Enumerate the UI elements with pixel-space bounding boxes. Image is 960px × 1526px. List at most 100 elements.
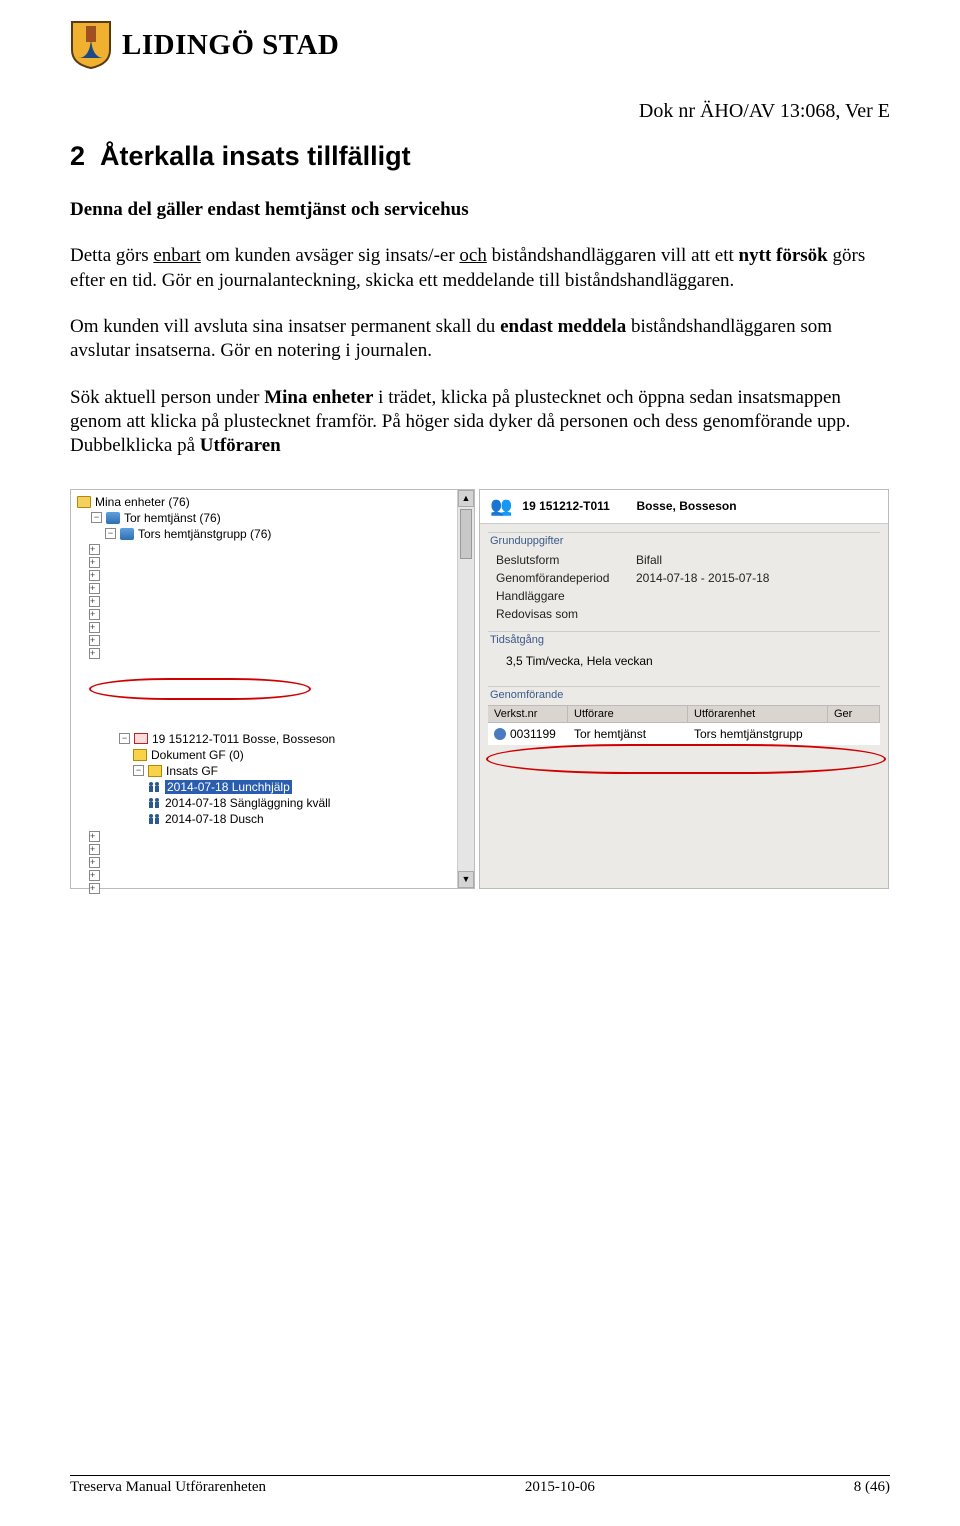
th-utforarenhet: Utförarenhet bbox=[688, 706, 828, 722]
expand-icon[interactable]: + bbox=[89, 844, 100, 855]
group-genomforande: Genomförande bbox=[488, 686, 880, 705]
td-ger bbox=[828, 725, 880, 743]
collapse-icon[interactable]: − bbox=[91, 512, 102, 523]
p3-b: endast meddela bbox=[500, 316, 626, 337]
p2-a: Detta görs bbox=[70, 245, 153, 266]
expand-icon[interactable]: + bbox=[89, 622, 100, 633]
tree-n2-label: Tors hemtjänstgrupp (76) bbox=[138, 527, 271, 541]
people-icon bbox=[147, 781, 161, 793]
tree-node-dokument[interactable]: Dokument GF (0) bbox=[77, 747, 468, 763]
paragraph-4: Sök aktuell person under Mina enheter i … bbox=[70, 386, 890, 459]
tree-node-n1[interactable]: − Tor hemtjänst (76) bbox=[77, 510, 468, 526]
expand-icon[interactable]: + bbox=[89, 544, 100, 555]
tree-root-label: Mina enheter (76) bbox=[95, 495, 190, 509]
tree-i3-label: 2014-07-18 Dusch bbox=[165, 812, 264, 826]
tree-node-i2[interactable]: 2014-07-18 Sängläggning kväll bbox=[77, 795, 468, 811]
td-utforare: Tor hemtjänst bbox=[568, 725, 688, 743]
expand-icon[interactable]: + bbox=[89, 883, 100, 894]
tree-node-person[interactable]: − 19 151212-T011 Bosse, Bosseson bbox=[77, 731, 468, 747]
paragraph-3: Om kunden vill avsluta sina insatser per… bbox=[70, 315, 890, 364]
collapse-icon[interactable]: − bbox=[119, 733, 130, 744]
expand-icon[interactable]: + bbox=[89, 570, 100, 581]
tree-n1-label: Tor hemtjänst (76) bbox=[124, 511, 221, 525]
field-value: Bifall bbox=[636, 553, 662, 567]
detail-person-id: 19 151212-T011 bbox=[522, 499, 609, 513]
tree-node-insats[interactable]: − Insats GF bbox=[77, 763, 468, 779]
th-utforare: Utförare bbox=[568, 706, 688, 722]
paragraph-2: Detta görs enbart om kunden avsäger sig … bbox=[70, 244, 890, 293]
heading-title: Återkalla insats tillfälligt bbox=[100, 141, 411, 171]
field-value: 2014-07-18 - 2015-07-18 bbox=[636, 571, 769, 585]
detail-panel: 👥 19 151212-T011 Bosse, Bosseson Grundup… bbox=[479, 489, 889, 889]
p3-a: Om kunden vill avsluta sina insatser per… bbox=[70, 316, 500, 337]
people-icon: 👥 bbox=[490, 496, 512, 517]
annotation-circle-left bbox=[89, 678, 311, 700]
tree-insats-label: Insats GF bbox=[166, 764, 218, 778]
th-ger: Ger bbox=[828, 706, 880, 722]
p2-e: biståndshandläggaren vill att ett bbox=[487, 245, 739, 266]
th-verkstnr: Verkst.nr bbox=[488, 706, 568, 722]
p4-b: Mina enheter bbox=[264, 387, 373, 408]
tids-value: 3,5 Tim/vecka, Hela veckan bbox=[488, 650, 880, 678]
field-handlaggare: Handläggare bbox=[488, 587, 880, 605]
field-redovisas: Redovisas som bbox=[488, 605, 880, 623]
section-heading: 2 Återkalla insats tillfälligt bbox=[70, 141, 890, 172]
group-tidsatgang: Tidsåtgång bbox=[488, 631, 880, 650]
tree-dokument-label: Dokument GF (0) bbox=[151, 748, 244, 762]
folder-icon bbox=[133, 749, 147, 761]
p4-a: Sök aktuell person under bbox=[70, 387, 264, 408]
field-period: Genomförandeperiod 2014-07-18 - 2015-07-… bbox=[488, 569, 880, 587]
field-label: Beslutsform bbox=[496, 553, 636, 567]
row-nr: 0031199 bbox=[510, 727, 556, 741]
tree-person-label: 19 151212-T011 Bosse, Bosseson bbox=[152, 732, 335, 746]
expand-icon[interactable]: + bbox=[89, 583, 100, 594]
scroll-thumb[interactable] bbox=[460, 509, 472, 559]
tree-i1-label: 2014-07-18 Lunchhjälp bbox=[165, 780, 292, 794]
expand-icon[interactable]: + bbox=[89, 596, 100, 607]
annotation-circle-right bbox=[486, 744, 886, 774]
expand-icon[interactable]: + bbox=[89, 831, 100, 842]
scrollbar[interactable]: ▲ ▼ bbox=[457, 490, 474, 888]
org-name: LIDINGÖ STAD bbox=[122, 29, 339, 62]
folder-open-icon bbox=[77, 496, 91, 508]
expand-icon[interactable]: + bbox=[89, 648, 100, 659]
tree-panel: Mina enheter (76) − Tor hemtjänst (76) −… bbox=[70, 489, 475, 889]
scroll-up-icon[interactable]: ▲ bbox=[458, 490, 474, 507]
expand-icon[interactable]: + bbox=[89, 857, 100, 868]
scroll-down-icon[interactable]: ▼ bbox=[458, 871, 474, 888]
group-icon bbox=[106, 512, 120, 524]
field-label: Genomförandeperiod bbox=[496, 571, 636, 585]
paragraph-1: Denna del gäller endast hemtjänst och se… bbox=[70, 198, 890, 222]
expand-icon[interactable]: + bbox=[89, 609, 100, 620]
tree-node-n2[interactable]: − Tors hemtjänstgrupp (76) bbox=[77, 526, 468, 542]
td-verkstnr: 0031199 bbox=[488, 725, 568, 743]
p2-b: enbart bbox=[153, 245, 200, 266]
expand-icon[interactable]: + bbox=[89, 870, 100, 881]
footer-left: Treserva Manual Utförarenheten bbox=[70, 1479, 266, 1496]
page-footer: Treserva Manual Utförarenheten 2015-10-0… bbox=[70, 1475, 890, 1496]
detail-person-name: Bosse, Bosseson bbox=[637, 499, 737, 513]
footer-right: 8 (46) bbox=[854, 1479, 890, 1496]
p1-bold: Denna del gäller endast hemtjänst och se… bbox=[70, 199, 469, 220]
field-label: Handläggare bbox=[496, 589, 636, 603]
tree-node-i3[interactable]: 2014-07-18 Dusch bbox=[77, 811, 468, 827]
table-header: Verkst.nr Utförare Utförarenhet Ger bbox=[488, 705, 880, 723]
p2-d: och bbox=[459, 245, 486, 266]
group-icon bbox=[120, 528, 134, 540]
table-row[interactable]: 0031199 Tor hemtjänst Tors hemtjänstgrup… bbox=[488, 723, 880, 745]
doc-reference: Dok nr ÄHO/AV 13:068, Ver E bbox=[70, 100, 890, 123]
collapse-icon[interactable]: − bbox=[133, 765, 144, 776]
collapse-icon[interactable]: − bbox=[105, 528, 116, 539]
row-icon bbox=[494, 728, 506, 740]
tree-root[interactable]: Mina enheter (76) bbox=[77, 494, 468, 510]
group-grunduppgifter: Grunduppgifter bbox=[488, 532, 880, 551]
expand-icon[interactable]: + bbox=[89, 557, 100, 568]
p4-d: Utföraren bbox=[200, 435, 281, 456]
tree-i2-label: 2014-07-18 Sängläggning kväll bbox=[165, 796, 330, 810]
people-icon bbox=[147, 797, 161, 809]
org-logo: LIDINGÖ STAD bbox=[70, 20, 339, 70]
shield-icon bbox=[70, 20, 112, 70]
people-icon bbox=[147, 813, 161, 825]
expand-icon[interactable]: + bbox=[89, 635, 100, 646]
tree-node-i1[interactable]: 2014-07-18 Lunchhjälp bbox=[77, 779, 468, 795]
